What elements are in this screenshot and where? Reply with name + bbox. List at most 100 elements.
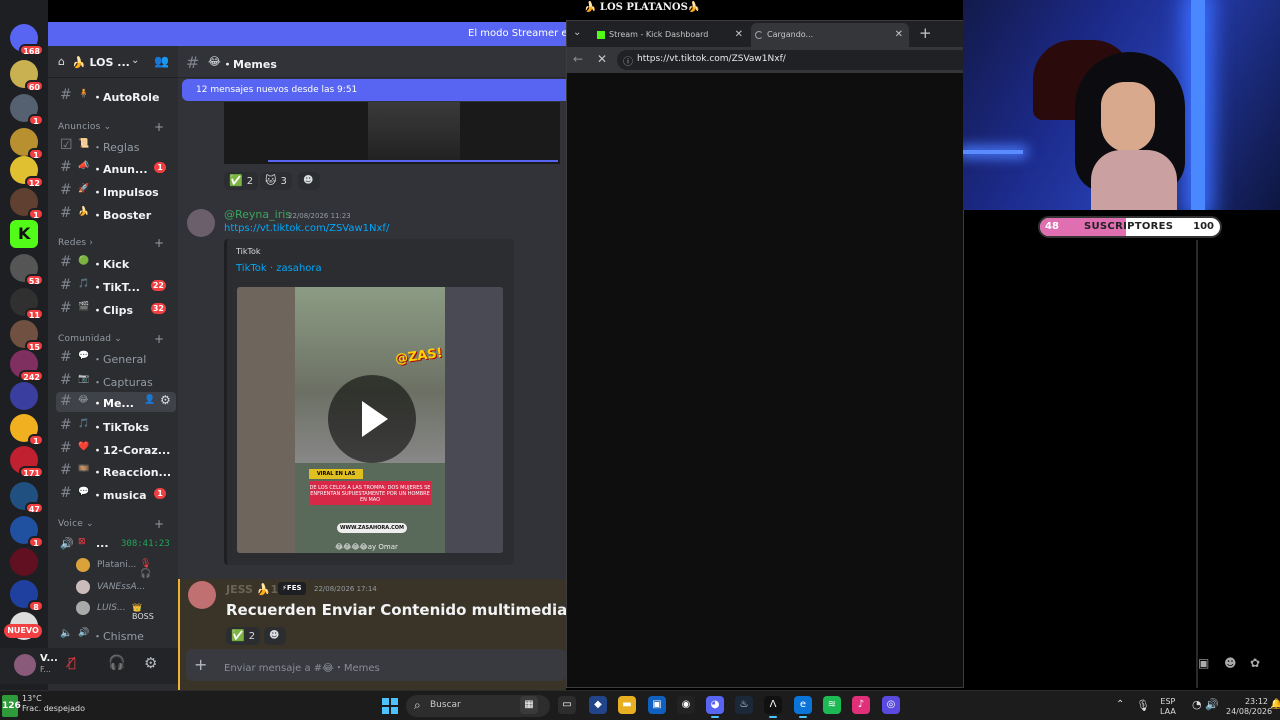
mic-muted-icon[interactable]: 🎙̸ — [68, 656, 76, 671]
reaction-check[interactable]: ✅ 2 — [224, 172, 259, 190]
previous-video-embed[interactable] — [224, 102, 560, 164]
invite-people-icon[interactable]: 👥 — [154, 54, 169, 68]
file-explorer-icon[interactable]: ▬ — [618, 696, 636, 714]
server-icon-17[interactable]: 8 — [10, 580, 44, 612]
server-icon-9[interactable]: 15 — [10, 320, 44, 352]
clock[interactable]: 23:12 24/08/2026 — [1226, 697, 1272, 717]
obs-icon[interactable]: ◉ — [677, 696, 695, 714]
user-settings-icon[interactable]: ⚙ — [144, 654, 157, 672]
direct-messages-button[interactable]: 168 — [10, 24, 44, 56]
server-folder-icon[interactable] — [10, 382, 38, 410]
category-redes[interactable]: Redes › + — [58, 236, 164, 250]
new-badge[interactable]: NUEVO — [4, 624, 42, 638]
address-bar[interactable]: ⓘ https://vt.tiktok.com/ZSVaw1Nxf/ — [617, 50, 963, 70]
add-reaction-icon[interactable]: ☻ — [298, 172, 320, 190]
sticker-icon[interactable]: ✿ — [1250, 656, 1260, 670]
avatar[interactable] — [188, 581, 216, 609]
server-icon-15[interactable]: 1 — [10, 516, 44, 548]
channel-reacciones[interactable]: # 🎞️ ・Reaccion... — [56, 461, 176, 481]
channel-clips[interactable]: # 🎬 ・Clips 32 — [56, 299, 176, 319]
media-app-icon[interactable]: ▦ — [520, 696, 538, 714]
store-app-icon[interactable]: ◆ — [589, 696, 607, 714]
channel-corazones[interactable]: # ❤️ ・12-Coraz... — [56, 439, 176, 459]
terminal-icon[interactable]: Λ — [764, 696, 782, 718]
spotify-icon[interactable]: ≋ — [823, 696, 841, 714]
tab-search-icon[interactable]: ⌄ — [573, 27, 581, 38]
tab-kick-dashboard[interactable]: Stream - Kick Dashboard ✕ — [593, 23, 749, 47]
close-tab-icon[interactable]: ✕ — [895, 23, 903, 47]
add-channel-icon[interactable]: + — [154, 236, 164, 250]
edge-icon[interactable]: e — [794, 696, 812, 718]
tab-loading[interactable]: Cargando... ✕ — [751, 23, 909, 47]
category-comunidad[interactable]: Comunidad ⌄ + — [58, 332, 164, 346]
category-voice[interactable]: Voice ⌄ + — [58, 517, 164, 531]
streamer-mode-banner[interactable]: El modo Streamer está — [48, 22, 566, 46]
channel-tiktoks[interactable]: # 🎵 ・TikToks — [56, 416, 176, 436]
add-channel-icon[interactable]: + — [154, 120, 164, 134]
embed-video[interactable]: @ZAS! VIRAL EN LAS REDES DE LOS CELOS A … — [237, 287, 503, 553]
add-member-icon[interactable]: 👤 — [144, 395, 155, 405]
channel-reglas[interactable]: ☑ 📜 ・Reglas — [56, 136, 176, 156]
channel-capturas[interactable]: # 📷 ・Capturas — [56, 371, 176, 391]
close-tab-icon[interactable]: ✕ — [735, 23, 743, 47]
emoji-icon[interactable]: ☻ — [1224, 656, 1237, 670]
user-avatar[interactable] — [14, 654, 36, 676]
app-circle-icon[interactable]: ◎ — [882, 696, 900, 714]
attach-plus-icon[interactable]: + — [194, 655, 207, 674]
notifications-icon[interactable]: 🔔 — [1270, 699, 1280, 710]
server-icon-13[interactable]: 171 — [10, 446, 44, 478]
language-indicator[interactable]: ESP LAA — [1160, 697, 1176, 717]
message-author[interactable]: @Reyna_iris — [224, 208, 291, 221]
channel-kick[interactable]: # 🟢 ・Kick — [56, 253, 176, 273]
gear-icon[interactable]: ⚙ — [160, 393, 171, 407]
channel-impulsos[interactable]: # 🚀 ・Impulsos — [56, 181, 176, 201]
back-icon[interactable]: ← — [573, 52, 583, 66]
voice-channel-chisme[interactable]: 🔈 🔊 ・Chisme — [56, 625, 176, 645]
chevron-up-icon[interactable]: ⌃ — [1116, 699, 1124, 710]
server-icon-16[interactable] — [10, 548, 38, 576]
message-link[interactable]: https://vt.tiktok.com/ZSVaw1Nxf/ — [224, 223, 389, 234]
server-icon-10[interactable]: 242 — [10, 350, 44, 382]
server-header[interactable]: ⌂ 🍌 LOS ... ⌄ 👥 — [48, 46, 178, 78]
channel-booster[interactable]: # 🍌 ・Booster — [56, 204, 176, 224]
tiktok-app-icon[interactable]: ♪ — [852, 696, 870, 714]
play-button[interactable] — [328, 375, 416, 463]
channel-autorole[interactable]: # 🧍 ・AutoRole — [56, 86, 176, 106]
gift-icon[interactable]: ▣ — [1198, 656, 1209, 670]
site-info-icon[interactable]: ⓘ — [623, 53, 633, 68]
message-composer[interactable]: + Enviar mensaje a #😂・Memes — [186, 649, 566, 681]
server-icon-5[interactable]: 1 — [10, 188, 44, 220]
reaction-check[interactable]: ✅ 2 — [226, 627, 261, 645]
server-icon-4[interactable]: 12 — [10, 156, 44, 188]
weather-widget[interactable]: 13°C Frac. despejado — [22, 694, 85, 714]
server-icon-3[interactable]: 1 — [10, 128, 44, 160]
server-icon-14[interactable]: 47 — [10, 482, 44, 514]
discord-app-icon[interactable]: ◕ — [706, 696, 724, 718]
server-icon-12[interactable]: 1 — [10, 414, 44, 446]
channel-tiktok[interactable]: # 🎵 ・TikT... 22 — [56, 276, 176, 296]
add-channel-icon[interactable]: + — [154, 517, 164, 531]
task-view-icon[interactable]: ▭ — [558, 696, 576, 714]
reaction-cat[interactable]: 🐱 3 — [260, 172, 292, 190]
add-channel-icon[interactable]: + — [154, 332, 164, 346]
server-icon-1[interactable]: 60 — [10, 60, 44, 92]
weather-widget-badge[interactable]: 126 — [2, 695, 21, 717]
steam-icon[interactable]: ♨ — [735, 696, 753, 714]
channel-general[interactable]: # 💬 ・General — [56, 348, 176, 368]
embed-title[interactable]: TikTok · zasahora — [236, 263, 322, 274]
avatar[interactable] — [187, 209, 215, 237]
server-icon-7[interactable]: 53 — [10, 254, 44, 286]
add-reaction-icon[interactable]: ☻ — [264, 627, 286, 645]
server-icon-2[interactable]: 1 — [10, 94, 44, 126]
network-volume-icon[interactable]: ◔ 🔊 — [1192, 698, 1219, 711]
microphone-icon[interactable]: 🎙 — [1136, 699, 1150, 712]
category-anuncios[interactable]: Anuncios ⌄ + — [58, 120, 164, 134]
ms-store-icon[interactable]: ▣ — [648, 696, 666, 714]
channel-memes[interactable]: # 😂 ・Me... 👤 ⚙ — [56, 392, 176, 412]
new-messages-bar[interactable]: 12 mensajes nuevos desde las 9:51 — [182, 79, 566, 101]
stop-loading-icon[interactable]: ✕ — [597, 52, 607, 66]
server-icon-kick[interactable]: K — [10, 220, 38, 248]
channel-anuncios[interactable]: # 📣 ・Anun... 1 — [56, 158, 176, 178]
headphones-icon[interactable]: 🎧 — [108, 655, 125, 671]
server-icon-8[interactable]: 11 — [10, 288, 44, 320]
